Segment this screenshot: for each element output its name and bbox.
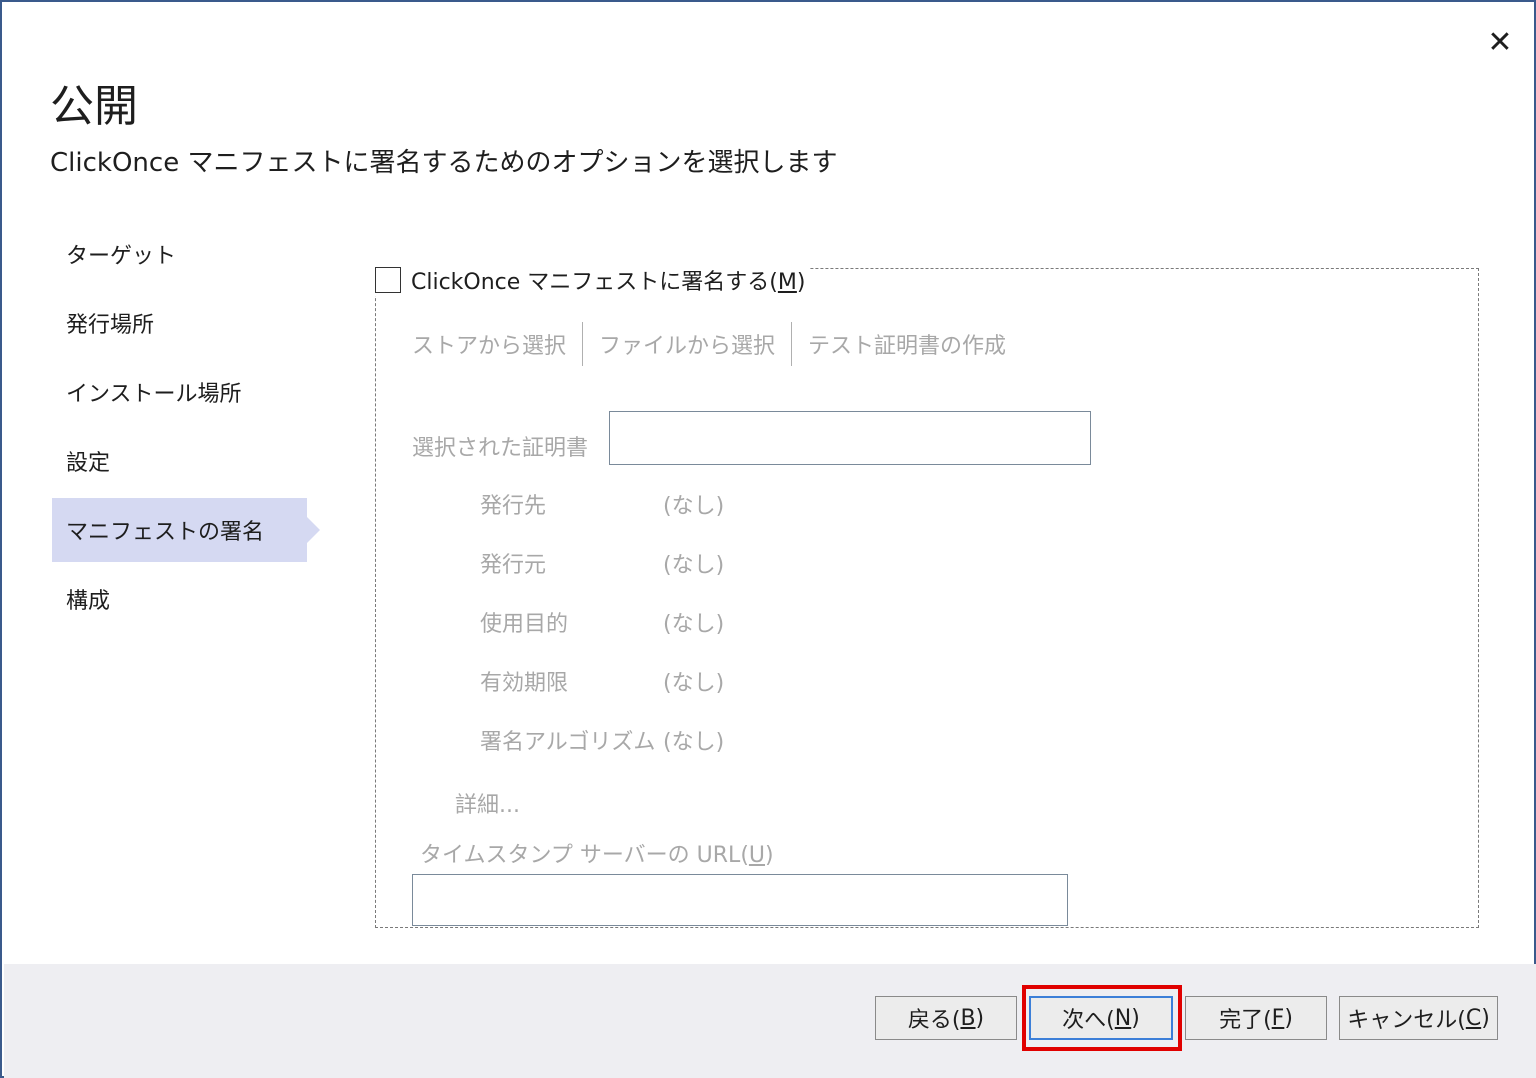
- info-key: 署名アルゴリズム: [480, 730, 656, 755]
- nav-item-install-location[interactable]: インストール場所: [52, 360, 307, 424]
- finish-button[interactable]: 完了(F): [1185, 996, 1327, 1040]
- next-button[interactable]: 次へ(N): [1029, 996, 1173, 1040]
- info-value: (なし): [663, 671, 725, 696]
- cert-info-row-expiration: 有効期限 (なし): [480, 665, 724, 697]
- nav-item-publish-location[interactable]: 発行場所: [52, 291, 307, 355]
- select-from-store-button[interactable]: ストアから選択: [412, 322, 582, 366]
- info-key: 発行元: [480, 553, 547, 578]
- wizard-nav: ターゲット 発行場所 インストール場所 設定 マニフェストの署名 構成: [52, 222, 322, 636]
- back-button[interactable]: 戻る(B): [875, 996, 1017, 1040]
- info-value: (なし): [663, 553, 725, 578]
- sign-manifest-checkbox[interactable]: [375, 267, 401, 293]
- nav-item-settings[interactable]: 設定: [52, 429, 307, 493]
- close-icon[interactable]: ✕: [1480, 22, 1520, 62]
- signing-group-box: [375, 268, 1479, 928]
- page-subtitle: ClickOnce マニフェストに署名するためのオプションを選択します: [50, 148, 838, 178]
- timestamp-url-label: タイムスタンプ サーバーの URL(U): [420, 843, 774, 868]
- info-key: 発行先: [480, 494, 547, 519]
- nav-item-label: 構成: [66, 589, 111, 614]
- cert-info-row-signature-algorithm: 署名アルゴリズム (なし): [480, 724, 724, 756]
- cert-source-toolbar: ストアから選択 ファイルから選択 テスト証明書の作成: [412, 322, 1022, 366]
- publish-dialog: ✕ 公開 ClickOnce マニフェストに署名するためのオプションを選択します…: [0, 0, 1536, 1078]
- selected-cert-label: 選択された証明書: [412, 436, 589, 461]
- info-value: (なし): [663, 494, 725, 519]
- nav-item-label: ターゲット: [66, 244, 177, 269]
- selected-cert-field[interactable]: [609, 411, 1091, 465]
- cert-info-row-issued-by: 発行元 (なし): [480, 547, 724, 579]
- nav-item-label: マニフェストの署名: [66, 520, 265, 545]
- cancel-button[interactable]: キャンセル(C): [1339, 996, 1498, 1040]
- sign-manifest-checkbox-row[interactable]: ClickOnce マニフェストに署名する(M): [375, 264, 810, 296]
- nav-item-label: 設定: [66, 451, 111, 476]
- nav-item-target[interactable]: ターゲット: [52, 222, 307, 286]
- nav-item-configuration[interactable]: 構成: [52, 567, 307, 631]
- nav-item-sign-manifests[interactable]: マニフェストの署名: [52, 498, 320, 562]
- cert-info-row-issued-to: 発行先 (なし): [480, 488, 724, 520]
- nav-item-label: 発行場所: [66, 313, 155, 338]
- info-value: (なし): [663, 612, 725, 637]
- select-from-file-button[interactable]: ファイルから選択: [583, 322, 791, 366]
- page-title: 公開: [50, 81, 138, 132]
- info-value: (なし): [663, 730, 725, 755]
- cert-info-row-intended-purpose: 使用目的 (なし): [480, 606, 724, 638]
- timestamp-url-input[interactable]: [412, 874, 1068, 926]
- info-key: 使用目的: [480, 612, 569, 637]
- create-test-cert-button[interactable]: テスト証明書の作成: [792, 322, 1022, 366]
- sign-manifest-label: ClickOnce マニフェストに署名する(M): [411, 270, 806, 295]
- details-button[interactable]: 詳細...: [455, 787, 520, 819]
- nav-item-label: インストール場所: [66, 382, 242, 407]
- info-key: 有効期限: [480, 671, 569, 696]
